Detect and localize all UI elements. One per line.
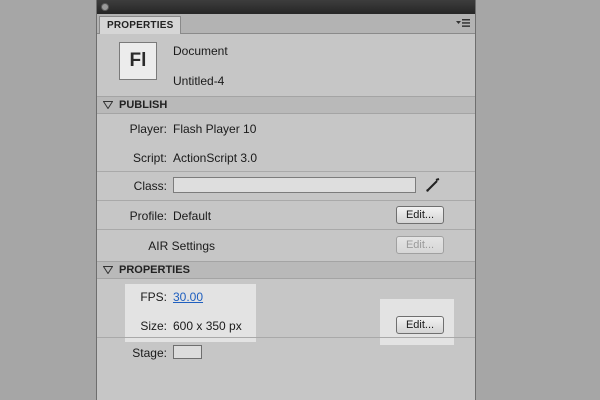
air-settings-row: AIR Settings Edit...: [97, 230, 475, 260]
player-row: Player: Flash Player 10: [97, 114, 475, 144]
tab-strip: PROPERTIES: [97, 14, 475, 34]
tab-properties[interactable]: PROPERTIES: [99, 16, 182, 34]
air-settings-edit-button[interactable]: Edit...: [396, 236, 444, 254]
document-type-label: Document: [173, 44, 228, 58]
pencil-icon[interactable]: [425, 177, 441, 193]
profile-value: Default: [173, 209, 212, 223]
stage-color-swatch[interactable]: [173, 345, 202, 359]
fps-value[interactable]: 30.00: [173, 290, 203, 304]
properties-section-header[interactable]: PROPERTIES: [97, 261, 475, 279]
script-row: Script: ActionScript 3.0: [97, 142, 475, 172]
close-dot-icon[interactable]: [101, 3, 109, 11]
profile-label: Profile:: [129, 209, 167, 223]
properties-panel: PROPERTIES Fl Document Untitled-4 PUBLIS…: [96, 0, 476, 400]
class-label: Class:: [133, 179, 167, 193]
collapse-triangle-icon: [103, 101, 113, 109]
size-edit-button[interactable]: Edit...: [396, 316, 444, 334]
script-label: Script:: [132, 151, 167, 165]
properties-header-label: PROPERTIES: [119, 264, 190, 276]
class-input[interactable]: [173, 177, 416, 193]
panel-titlebar[interactable]: [97, 0, 475, 14]
profile-row: Profile: Default Edit...: [97, 200, 475, 230]
air-settings-label: AIR Settings: [148, 239, 215, 253]
size-value: 600 x 350 px: [173, 319, 242, 333]
size-row: Size: 600 x 350 px Edit...: [97, 308, 475, 338]
script-value: ActionScript 3.0: [173, 151, 258, 165]
fps-label: FPS:: [140, 290, 167, 304]
size-label: Size:: [140, 319, 167, 333]
profile-edit-button[interactable]: Edit...: [396, 206, 444, 224]
player-value: Flash Player 10: [173, 122, 257, 136]
stage-row: Stage:: [97, 338, 475, 368]
panel-menu-icon[interactable]: [456, 18, 470, 28]
collapse-triangle-icon: [103, 266, 113, 274]
publish-section-header[interactable]: PUBLISH: [97, 96, 475, 114]
class-row: Class:: [97, 171, 475, 201]
flash-document-icon: Fl: [119, 42, 157, 80]
stage-label: Stage:: [132, 346, 167, 360]
document-name: Untitled-4: [173, 74, 225, 88]
publish-header-label: PUBLISH: [119, 99, 168, 111]
player-label: Player:: [129, 122, 167, 136]
